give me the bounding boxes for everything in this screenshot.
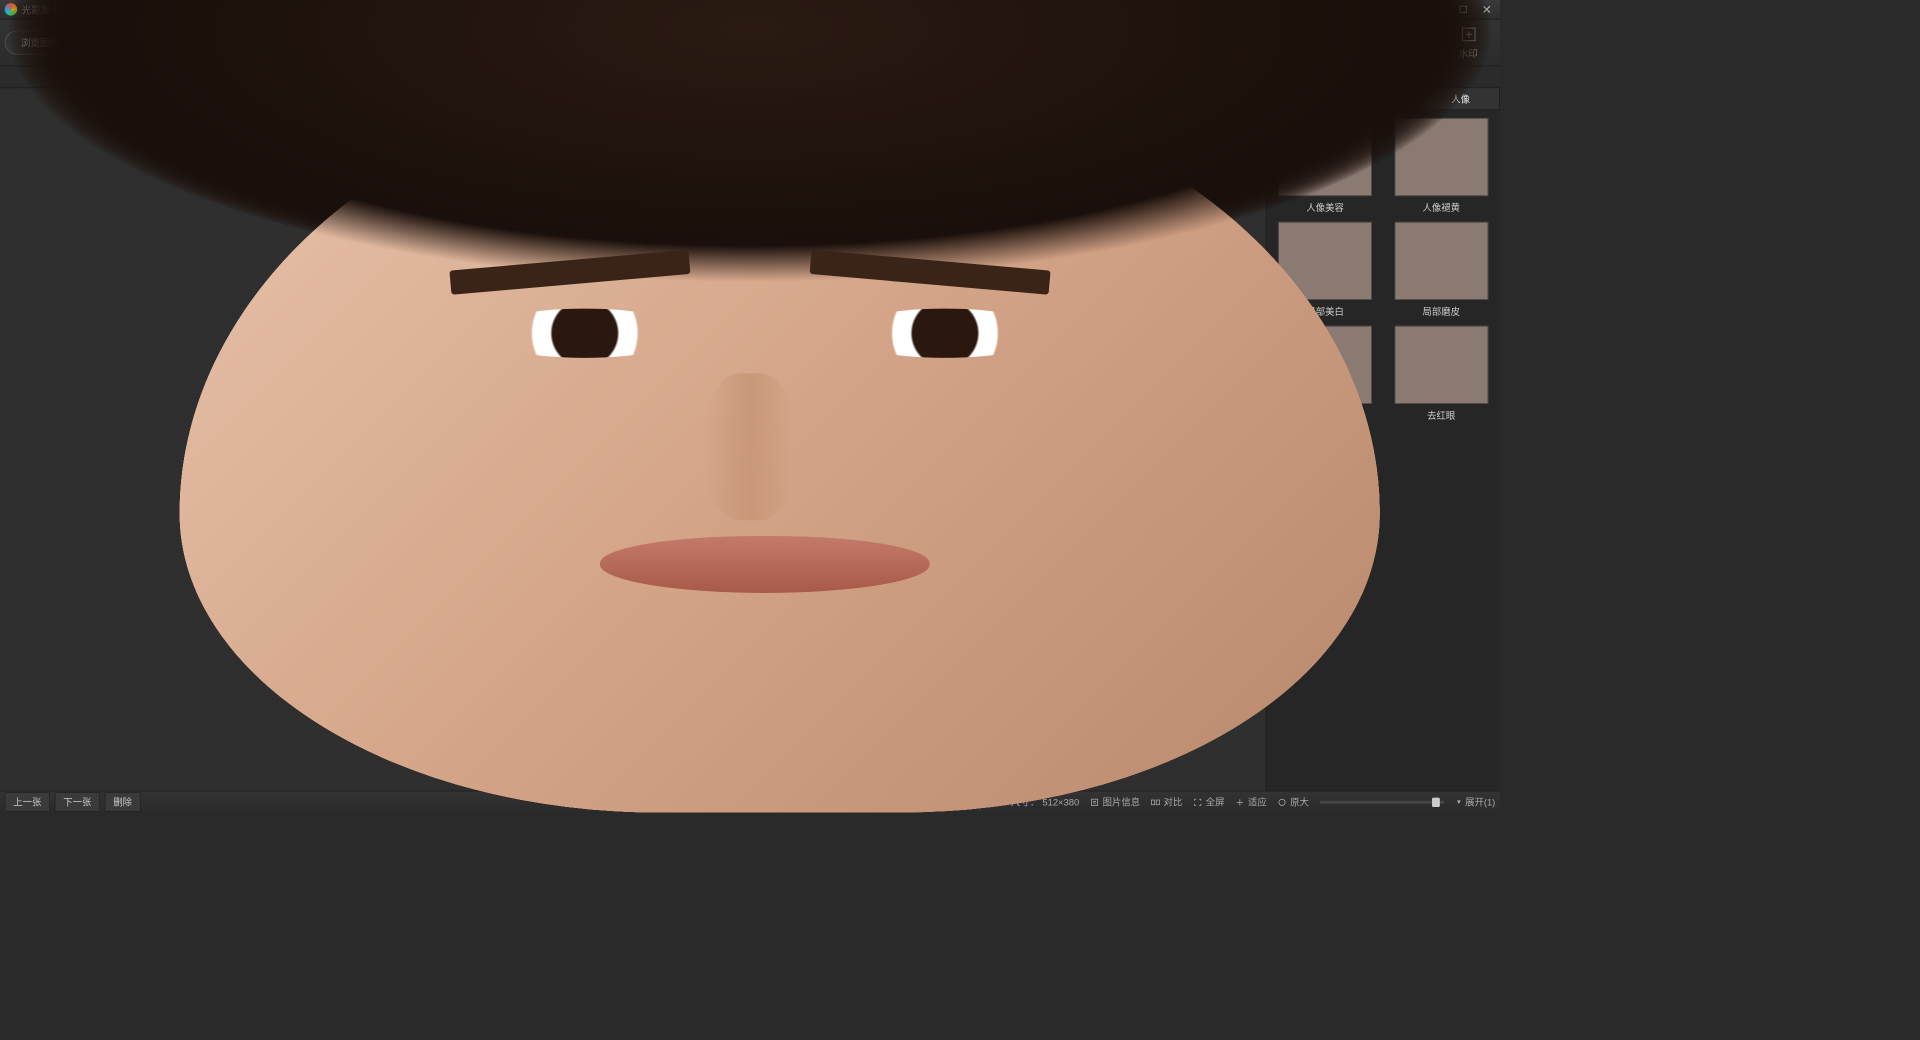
effect-item[interactable]: 去红眼 xyxy=(1389,326,1494,422)
effect-thumbnail xyxy=(1394,326,1488,404)
zoom-handle[interactable] xyxy=(1432,797,1440,806)
main-area: 全部胶片人像 人像美容人像褪黄局部美白局部磨皮祛斑去红眼 xyxy=(0,88,1500,790)
zoom-slider[interactable] xyxy=(1320,800,1445,803)
effects-grid: 人像美容人像褪黄局部美白局部磨皮祛斑去红眼 xyxy=(1266,110,1500,430)
side-panel: 全部胶片人像 人像美容人像褪黄局部美白局部磨皮祛斑去红眼 xyxy=(1266,88,1500,790)
